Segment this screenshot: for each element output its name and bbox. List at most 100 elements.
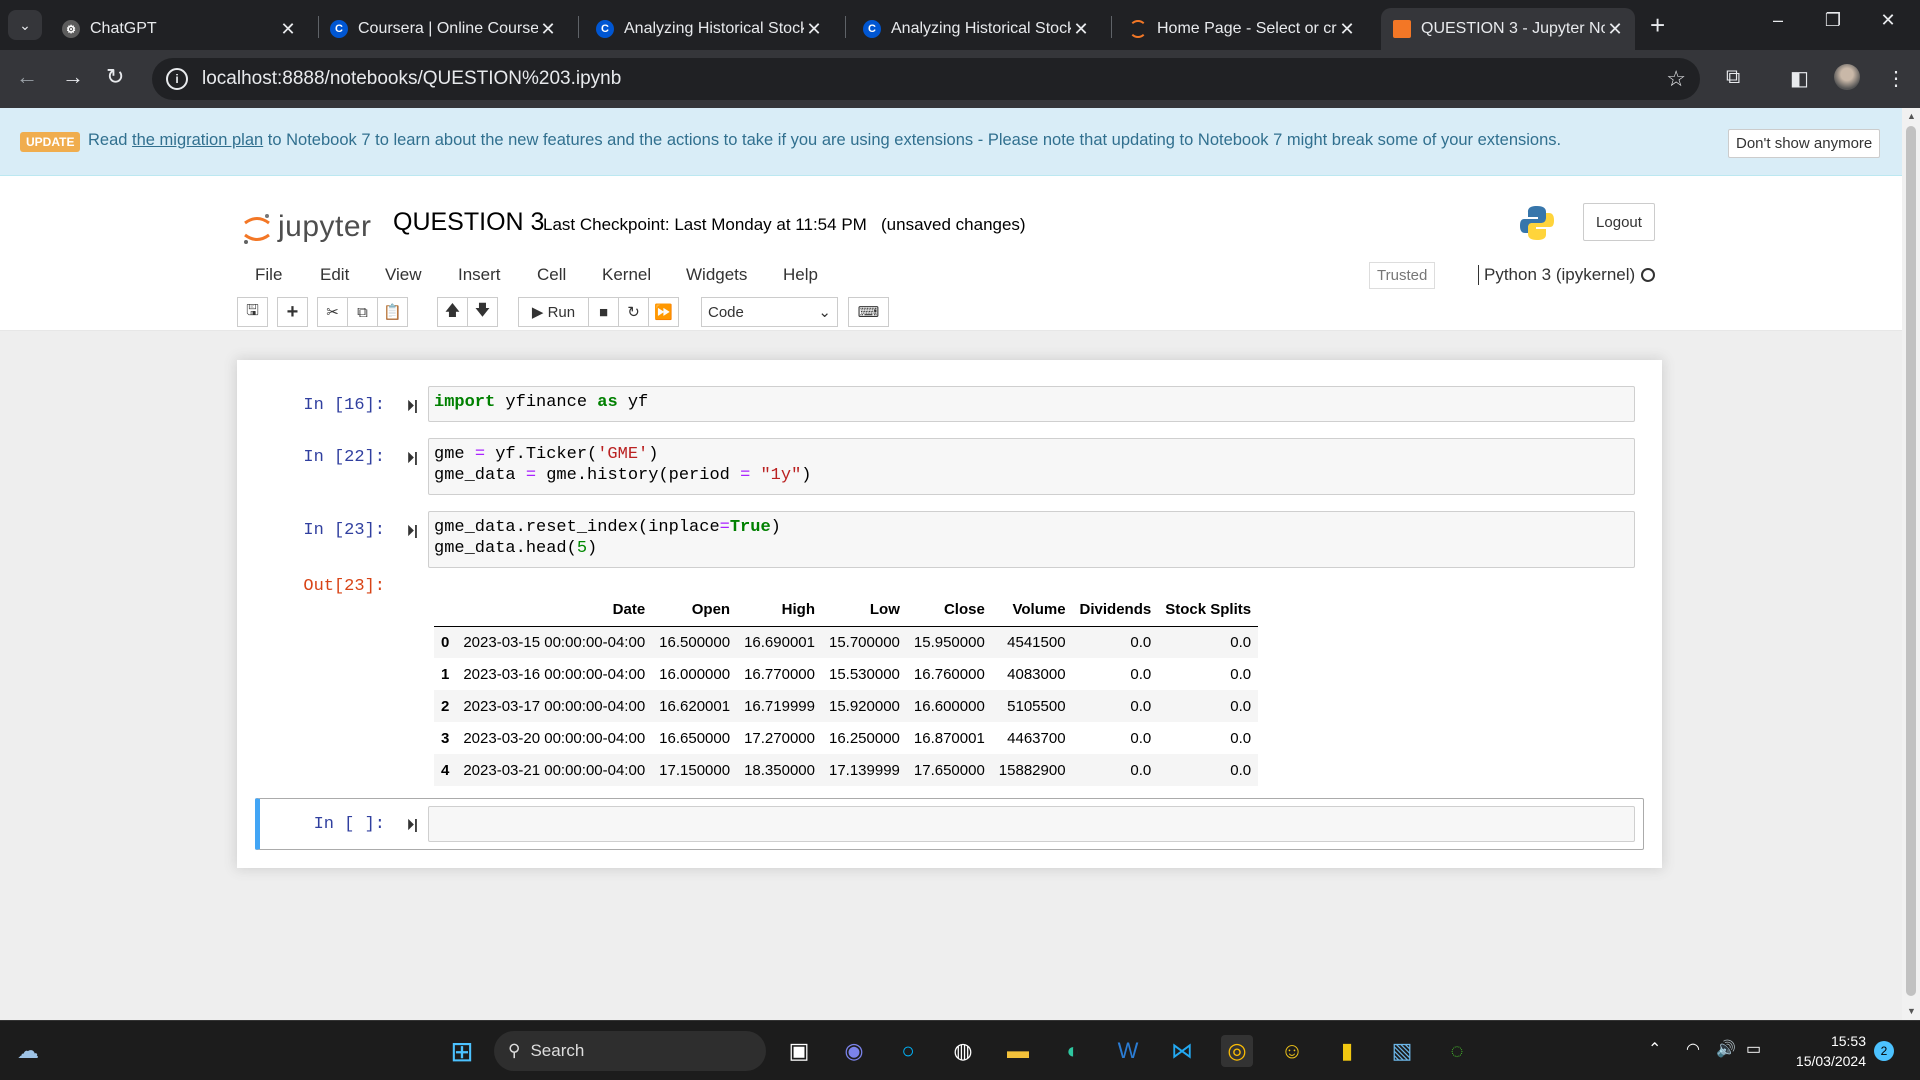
weather-icon[interactable]: ☁	[12, 1035, 44, 1067]
side-panel-icon[interactable]: ◧	[1790, 66, 1809, 91]
power-bi-icon[interactable]: ▮	[1331, 1035, 1363, 1067]
vscode-icon[interactable]: ⋈	[1166, 1035, 1198, 1067]
menu-view[interactable]: View	[385, 265, 422, 285]
copy-icon[interactable]: ⧉	[347, 297, 378, 327]
url-field[interactable]: i localhost:8888/notebooks/QUESTION%203.…	[152, 58, 1700, 100]
menu-kernel[interactable]: Kernel	[602, 265, 651, 285]
notebook-title[interactable]: QUESTION 3	[393, 208, 544, 237]
move-down-icon[interactable]: 🡇	[467, 297, 498, 327]
run-label: Run	[547, 303, 576, 321]
taskbar-search[interactable]: ⚲ Search	[494, 1031, 766, 1071]
menu-insert[interactable]: Insert	[458, 265, 501, 285]
jupyter-logo-icon[interactable]	[242, 212, 272, 246]
tab-close-icon[interactable]: ✕	[1337, 19, 1357, 40]
cell-type-select[interactable]: Code ⌄	[701, 297, 838, 327]
new-tab-icon[interactable]: +	[1650, 10, 1665, 41]
app-icon[interactable]: ◍	[947, 1035, 979, 1067]
run-button[interactable]: ▶ Run	[518, 297, 589, 327]
tab-analyzing-2[interactable]: C Analyzing Historical Stock/R ✕	[851, 8, 1101, 50]
dont-show-button[interactable]: Don't show anymore	[1728, 129, 1881, 158]
task-view-icon[interactable]: ▣	[783, 1035, 815, 1067]
table-cell: 4463700	[1007, 729, 1066, 747]
tab-close-icon[interactable]: ✕	[804, 19, 824, 40]
code-cell-input[interactable]: gme_data.reset_index(inplace=True) gme_d…	[428, 511, 1635, 568]
menu-cell[interactable]: Cell	[537, 265, 566, 285]
tab-analyzing-1[interactable]: C Analyzing Historical Stock/R ✕	[584, 8, 834, 50]
bookmark-star-icon[interactable]: ☆	[1666, 66, 1686, 92]
window-close-icon[interactable]: ✕	[1868, 10, 1908, 31]
chrome-menu-icon[interactable]: ⋮	[1886, 66, 1906, 91]
minimize-icon[interactable]: –	[1758, 10, 1798, 31]
anaconda-icon[interactable]: ☺	[1276, 1035, 1308, 1067]
tab-separator	[578, 16, 579, 38]
cut-icon[interactable]: ✂	[317, 297, 348, 327]
menu-edit[interactable]: Edit	[320, 265, 349, 285]
tab-close-icon[interactable]: ✕	[538, 19, 558, 40]
save-icon[interactable]: 🖫	[237, 297, 268, 327]
tab-jupyter-home[interactable]: Home Page - Select or crea ✕	[1117, 8, 1367, 50]
cell-run-icon[interactable]: ⏵|	[407, 397, 418, 414]
volume-icon[interactable]: 🔊	[1716, 1039, 1736, 1059]
restore-icon[interactable]: ❐	[1813, 10, 1853, 31]
chrome-icon[interactable]: ◎	[1221, 1035, 1253, 1067]
menu-widgets[interactable]: Widgets	[686, 265, 747, 285]
reload-icon[interactable]: ↻	[106, 64, 124, 90]
page-scrollbar[interactable]: ▲ ▼	[1902, 108, 1920, 1020]
site-info-icon[interactable]: i	[166, 68, 188, 90]
file-explorer-icon[interactable]: ▬	[1002, 1035, 1034, 1067]
restart-run-all-icon[interactable]: ⏩	[648, 297, 679, 327]
tab-close-icon[interactable]: ✕	[278, 19, 298, 40]
move-up-icon[interactable]: 🡅	[437, 297, 468, 327]
code-cell-input[interactable]: import yfinance as yf	[428, 386, 1635, 422]
tab-question-3[interactable]: QUESTION 3 - Jupyter Note ✕	[1381, 8, 1635, 50]
insert-cell-icon[interactable]: +	[277, 297, 308, 327]
jupyter-logo-text[interactable]: jupyter	[278, 210, 372, 244]
cell-run-icon[interactable]: ⏵|	[407, 522, 418, 539]
extensions-icon[interactable]: ⧉	[1726, 66, 1740, 89]
column-header: Volume	[991, 594, 1073, 627]
cortana-icon[interactable]: ○	[892, 1035, 924, 1067]
notebook-icon	[1393, 20, 1411, 38]
tab-title: ChatGPT	[90, 20, 157, 37]
teams-icon[interactable]: ◉	[838, 1035, 870, 1067]
table-cell: 16.250000	[828, 729, 900, 747]
back-icon[interactable]: ←	[16, 64, 38, 90]
tab-search-chevron-icon[interactable]: ⌄	[8, 10, 42, 40]
battery-icon[interactable]: ▭	[1746, 1039, 1761, 1059]
menu-file[interactable]: File	[255, 265, 282, 285]
trusted-indicator[interactable]: Trusted	[1369, 262, 1436, 289]
windows-start-icon[interactable]: ⊞	[446, 1035, 478, 1067]
table-cell: 17.650000	[913, 761, 985, 779]
app-ring-icon[interactable]: ◌	[1441, 1035, 1473, 1067]
tab-close-icon[interactable]: ✕	[1605, 19, 1625, 40]
cell-run-icon[interactable]: ⏵|	[407, 816, 418, 833]
scrollbar-thumb[interactable]	[1906, 126, 1916, 996]
keyboard-shortcuts-icon[interactable]: ⌨	[848, 297, 889, 327]
menu-help[interactable]: Help	[783, 265, 818, 285]
scroll-up-icon[interactable]: ▲	[1907, 111, 1916, 121]
table-cell: 15882900	[998, 761, 1066, 779]
paste-icon[interactable]: 📋	[377, 297, 408, 327]
word-icon[interactable]: W	[1112, 1035, 1144, 1067]
edge-icon[interactable]: ◐	[1057, 1035, 1089, 1067]
code-cell-input[interactable]	[428, 806, 1635, 842]
wifi-icon[interactable]: ◠	[1686, 1039, 1700, 1059]
table-cell: 2023-03-20 00:00:00-04:00	[463, 729, 646, 747]
notification-badge[interactable]: 2	[1874, 1041, 1894, 1061]
forward-icon[interactable]: →	[62, 64, 84, 90]
cell-run-icon[interactable]: ⏵|	[407, 449, 418, 466]
restart-icon[interactable]: ↻	[618, 297, 649, 327]
tray-overflow-icon[interactable]: ⌃	[1648, 1039, 1661, 1059]
tab-chatgpt[interactable]: ⚙ ChatGPT ✕	[50, 8, 308, 50]
interrupt-icon[interactable]: ■	[588, 297, 619, 327]
kernel-name[interactable]: Python 3 (ipykernel)	[1478, 265, 1635, 285]
logout-button[interactable]: Logout	[1583, 203, 1655, 241]
tab-coursera[interactable]: C Coursera | Online Courses & ✕	[318, 8, 568, 50]
remote-desktop-icon[interactable]: ▧	[1386, 1035, 1418, 1067]
migration-plan-link[interactable]: the migration plan	[132, 131, 263, 149]
profile-avatar[interactable]	[1834, 64, 1860, 90]
code-cell-input[interactable]: gme = yf.Ticker('GME') gme_data = gme.hi…	[428, 438, 1635, 495]
tab-close-icon[interactable]: ✕	[1071, 19, 1091, 40]
scroll-down-icon[interactable]: ▼	[1907, 1006, 1916, 1016]
system-clock[interactable]: 15:53 15/03/2024	[1784, 1031, 1866, 1071]
